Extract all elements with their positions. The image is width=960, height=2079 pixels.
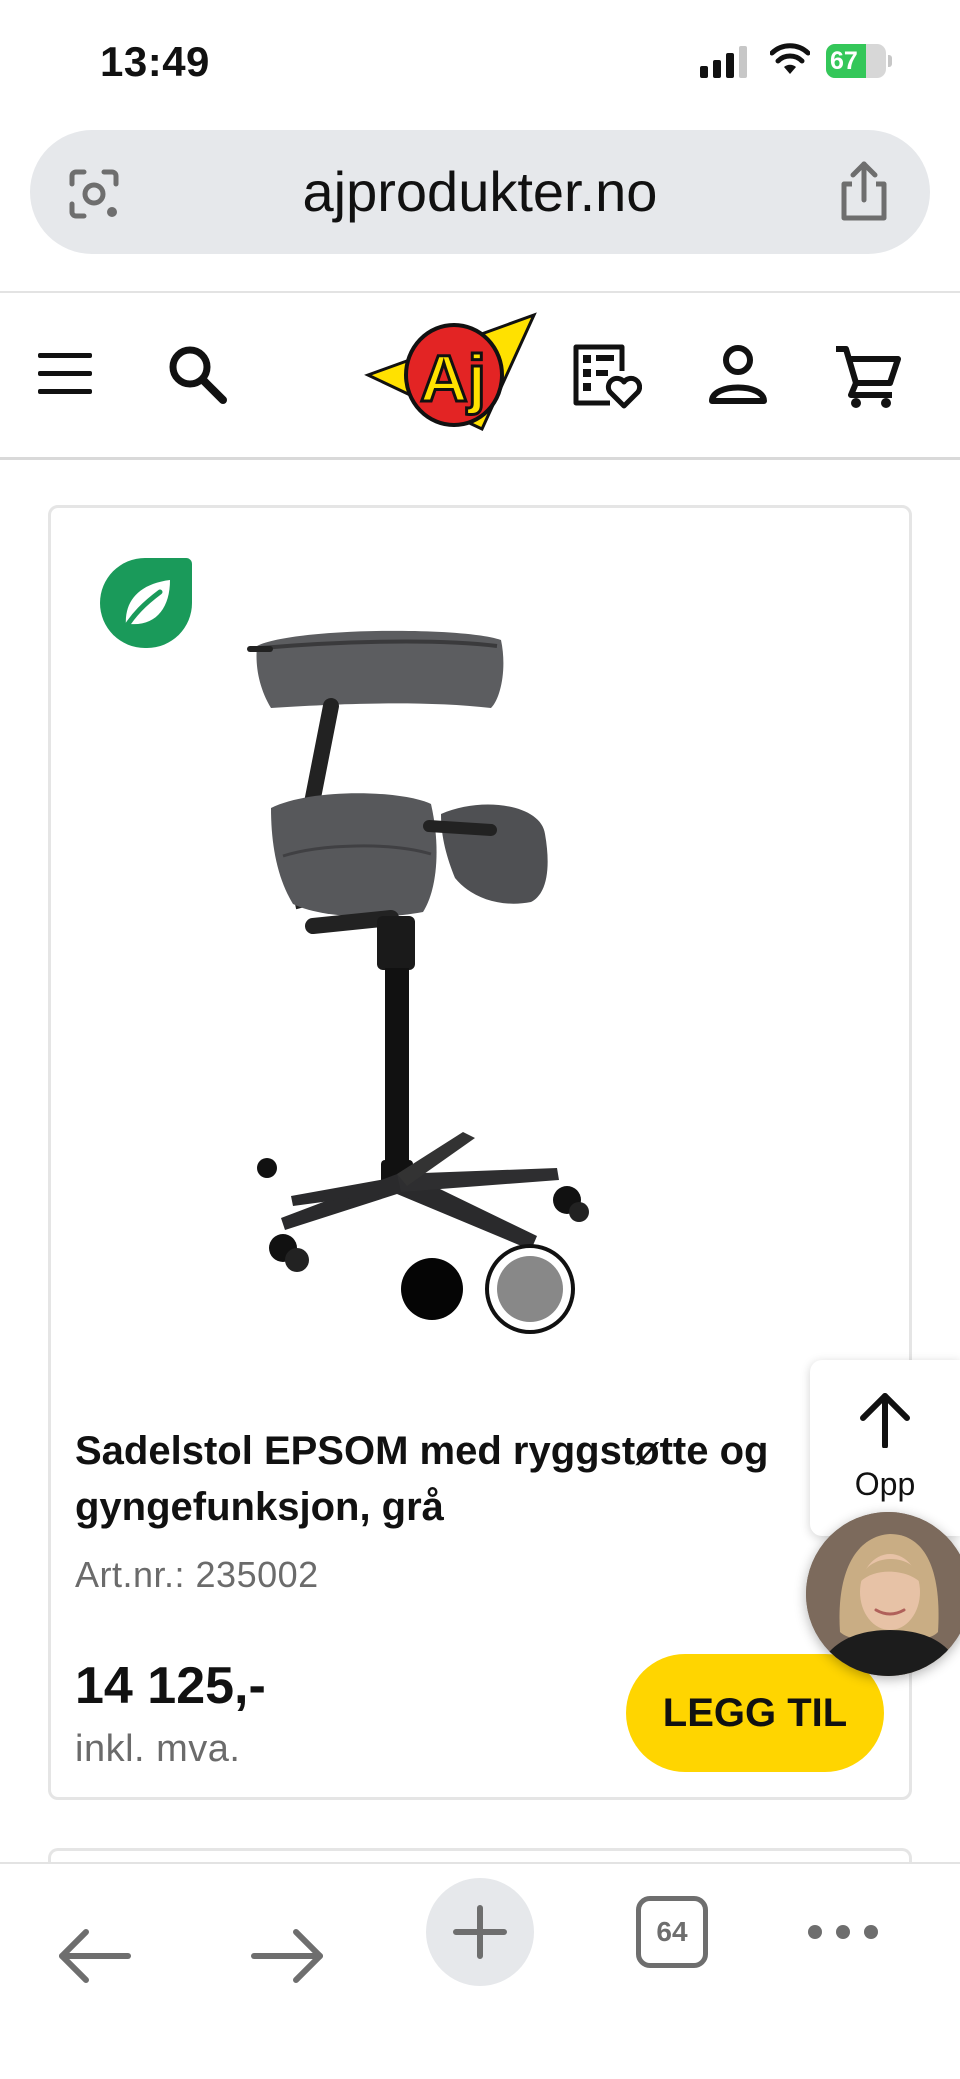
swatch-black[interactable] xyxy=(401,1258,463,1320)
new-tab-plus-icon xyxy=(453,1905,507,1959)
share-icon[interactable] xyxy=(834,160,894,224)
price-note: inkl. mva. xyxy=(75,1728,241,1770)
scroll-to-top-button[interactable]: Opp xyxy=(810,1360,960,1536)
color-swatches xyxy=(401,1244,581,1334)
more-dots-icon[interactable] xyxy=(806,1922,880,1942)
status-time: 13:49 xyxy=(100,38,210,85)
tabs-button[interactable]: 64 xyxy=(636,1896,708,1968)
avatar-image xyxy=(806,1512,960,1676)
product-price: 14 125,- xyxy=(75,1657,266,1715)
search-icon[interactable] xyxy=(166,343,228,405)
product-image[interactable] xyxy=(201,608,761,1288)
cellular-signal-icon xyxy=(700,46,747,78)
back-arrow-icon[interactable] xyxy=(56,1926,132,1986)
menu-icon[interactable] xyxy=(36,351,94,397)
battery-charging-icon: 67 xyxy=(826,44,892,78)
browser-toolbar: 64 xyxy=(0,1862,960,2079)
article-number: Art.nr.: 235002 xyxy=(75,1554,319,1595)
product-title[interactable]: Sadelstol EPSOM med ryggstøtte og gyngef… xyxy=(75,1423,855,1535)
eco-badge xyxy=(100,558,192,648)
add-to-cart-button[interactable]: LEGG TIL xyxy=(626,1654,884,1772)
url-bar[interactable]: ajprodukter.no xyxy=(30,130,930,254)
account-icon[interactable] xyxy=(708,343,768,405)
support-agent-avatar[interactable] xyxy=(806,1512,960,1676)
url-text[interactable]: ajprodukter.no xyxy=(30,130,930,254)
page: 13:49 67 ajprodukter.no Aj Sadelstol EPS… xyxy=(0,0,960,2079)
swatch-grey-selected[interactable] xyxy=(485,1244,575,1334)
site-header: Aj xyxy=(0,293,960,457)
product-card[interactable]: Sadelstol EPSOM med ryggstøtte og gyngef… xyxy=(48,505,912,1800)
arrow-up-icon xyxy=(860,1393,910,1448)
logo-text: Aj xyxy=(420,341,486,415)
swatch-grey xyxy=(497,1256,563,1322)
wifi-icon xyxy=(770,43,810,74)
new-tab-button[interactable] xyxy=(426,1878,534,1986)
aj-logo[interactable]: Aj xyxy=(364,309,540,437)
forward-arrow-icon[interactable] xyxy=(250,1926,326,1986)
header-divider xyxy=(0,457,960,460)
leaf-icon xyxy=(121,580,170,633)
status-bar: 13:49 67 xyxy=(0,0,960,120)
battery-level: 67 xyxy=(830,47,858,75)
wishlist-icon[interactable] xyxy=(570,343,642,409)
scroll-to-top-label: Opp xyxy=(854,1466,916,1502)
cart-icon[interactable] xyxy=(834,343,902,409)
